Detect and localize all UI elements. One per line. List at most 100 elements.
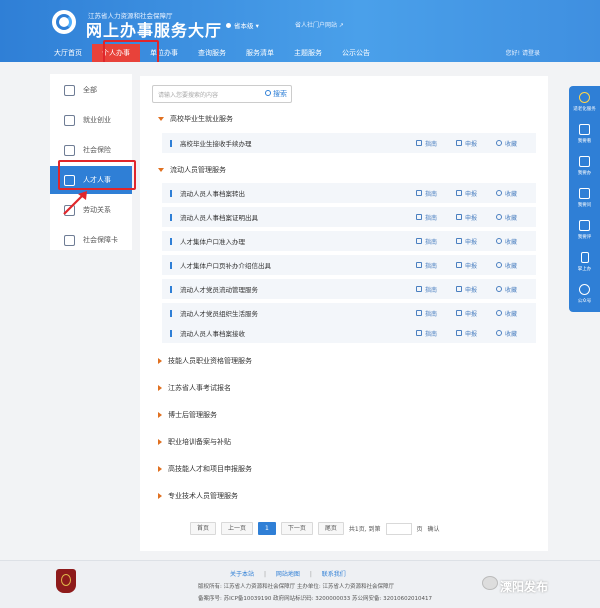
- wechat-icon: [579, 284, 590, 295]
- service-list-panel: 请输入您要搜索的内容 搜索 高校毕业生就业服务 高校毕业生接收手续办理 指南 申…: [140, 76, 548, 551]
- apply-button[interactable]: 申报: [456, 261, 496, 270]
- arrow-annotation-sidebar: [63, 191, 87, 215]
- chevron-right-icon: [158, 466, 162, 472]
- nav-list[interactable]: 服务清单: [236, 44, 284, 62]
- category-professional-tech[interactable]: 专业技术人员管理服务: [158, 491, 238, 501]
- site-header: 江苏省人力资源和社会保障厅 网上办事服务大厅 省本级 ▾ 省人社门户网站 ↗ 大…: [0, 0, 600, 62]
- favorite-button[interactable]: 收藏: [496, 237, 536, 246]
- rate-button[interactable]: 我要评: [569, 214, 600, 246]
- list-item: 流动人员人事档案转出 指南 申报 收藏: [162, 183, 536, 203]
- floating-toolbar: 适老化服务 我要看 我要办 我要问 我要评 掌上办 公众号: [569, 86, 600, 312]
- guide-button[interactable]: 指南: [416, 261, 456, 270]
- monitor-icon: [579, 156, 590, 167]
- elderly-service-button[interactable]: 适老化服务: [569, 86, 600, 118]
- ask-button[interactable]: 我要问: [569, 182, 600, 214]
- grid-icon: [64, 84, 75, 96]
- favorite-button[interactable]: 收藏: [496, 261, 536, 270]
- edit-icon: [579, 220, 590, 231]
- nav-query[interactable]: 查询服务: [188, 44, 236, 62]
- page-info: 共1页, 到第: [348, 526, 381, 533]
- apply-button[interactable]: 申报: [456, 139, 496, 148]
- watermark: 溧阳发布: [500, 580, 549, 594]
- handle-button[interactable]: 我要办: [569, 150, 600, 182]
- category-postdoc[interactable]: 博士后管理服务: [158, 410, 217, 420]
- search-input[interactable]: 请输入您要搜索的内容 搜索: [152, 85, 292, 103]
- apply-button[interactable]: 申报: [456, 329, 496, 338]
- search-button[interactable]: 搜索: [265, 89, 287, 99]
- prev-page-button[interactable]: 上一页: [221, 522, 254, 535]
- about-link[interactable]: 关于本站: [230, 571, 254, 578]
- apply-button[interactable]: 申报: [456, 309, 496, 318]
- first-page-button[interactable]: 首页: [190, 522, 217, 535]
- category-mobile-personnel[interactable]: 流动人员管理服务: [158, 165, 226, 175]
- login-link[interactable]: 您好! 请登录: [506, 48, 540, 57]
- contact-link[interactable]: 联系我们: [322, 571, 346, 578]
- chevron-down-icon: [158, 117, 164, 121]
- mobile-button[interactable]: 掌上办: [569, 246, 600, 278]
- category-training-subsidy[interactable]: 职业培训备案与补贴: [158, 437, 231, 447]
- location-icon: [226, 23, 231, 28]
- next-page-button[interactable]: 下一页: [280, 522, 313, 535]
- favorite-button[interactable]: 收藏: [496, 309, 536, 318]
- apply-button[interactable]: 申报: [456, 285, 496, 294]
- region-selector[interactable]: 省本级 ▾: [226, 20, 259, 30]
- category-high-skill-talent[interactable]: 高技能人才和项目申报服务: [158, 464, 252, 474]
- sidebar-item-card[interactable]: 社会保障卡: [50, 226, 132, 254]
- favorite-button[interactable]: 收藏: [496, 285, 536, 294]
- search-icon: [265, 90, 271, 96]
- hrss-logo[interactable]: [52, 10, 76, 34]
- guide-button[interactable]: 指南: [416, 329, 456, 338]
- category-exam-registration[interactable]: 江苏省人事考试报名: [158, 383, 231, 393]
- card-icon: [64, 234, 75, 246]
- site-title: 网上办事服务大厅: [86, 21, 223, 40]
- wechat-button[interactable]: 公众号: [569, 278, 600, 310]
- chevron-right-icon: [158, 385, 162, 391]
- book-icon: [579, 124, 590, 135]
- main-nav: 大厅首页 个人办事 单位办事 查询服务 服务清单 主题服务 公示公告: [44, 44, 380, 62]
- sitemap-link[interactable]: 网站地图: [276, 571, 300, 578]
- nav-notice[interactable]: 公示公告: [332, 44, 380, 62]
- list-item: 人才集体户口页补办介绍信出具 指南 申报 收藏: [162, 255, 536, 275]
- chevron-right-icon: [158, 412, 162, 418]
- category-skills-cert[interactable]: 技能人员职业资格管理服务: [158, 356, 252, 366]
- favorite-button[interactable]: 收藏: [496, 329, 536, 338]
- apply-button[interactable]: 申报: [456, 237, 496, 246]
- guide-button[interactable]: 指南: [416, 189, 456, 198]
- watermark-logo-icon: [482, 576, 498, 590]
- pagination: 首页 上一页 1 下一页 尾页 共1页, 到第 页 确认: [190, 522, 440, 535]
- favorite-button[interactable]: 收藏: [496, 213, 536, 222]
- list-item: 流动人员人事档案接收 指南 申报 收藏: [162, 323, 536, 343]
- chevron-right-icon: [158, 358, 162, 364]
- briefcase-icon: [64, 114, 75, 126]
- nav-home[interactable]: 大厅首页: [44, 44, 92, 62]
- guide-button[interactable]: 指南: [416, 309, 456, 318]
- chevron-down-icon: [158, 168, 164, 172]
- apply-button[interactable]: 申报: [456, 189, 496, 198]
- umbrella-icon: [64, 144, 75, 156]
- emblem-icon: [56, 569, 76, 593]
- view-button[interactable]: 我要看: [569, 118, 600, 150]
- page-jump-input[interactable]: [385, 522, 412, 535]
- guide-button[interactable]: 指南: [416, 237, 456, 246]
- favorite-button[interactable]: 收藏: [496, 139, 536, 148]
- category-graduates[interactable]: 高校毕业生就业服务: [158, 114, 233, 124]
- guide-button[interactable]: 指南: [416, 139, 456, 148]
- phone-icon: [580, 252, 589, 263]
- apply-button[interactable]: 申报: [456, 213, 496, 222]
- favorite-button[interactable]: 收藏: [496, 189, 536, 198]
- last-page-button[interactable]: 尾页: [317, 522, 344, 535]
- page-1-button[interactable]: 1: [258, 522, 276, 535]
- page-unit: 页: [416, 526, 423, 533]
- guide-button[interactable]: 指南: [416, 213, 456, 222]
- sidebar-item-employment[interactable]: 就业创业: [50, 106, 132, 134]
- sidebar-item-all[interactable]: 全部: [50, 76, 132, 104]
- footer-copyright: 版权所有: 江苏省人力资源和社会保障厅 主办单位: 江苏省人力资源和社会保障厅: [198, 584, 394, 590]
- list-item: 流动人才党员流动管理服务 指南 申报 收藏: [162, 279, 536, 299]
- footer-registration: 备案序号: 苏ICP备10039190 政府网站标识码: 3200000033 …: [198, 596, 433, 602]
- portal-link[interactable]: 省人社门户网站 ↗: [295, 20, 344, 29]
- guide-button[interactable]: 指南: [416, 285, 456, 294]
- nav-theme[interactable]: 主题服务: [284, 44, 332, 62]
- chat-icon: [579, 188, 590, 199]
- confirm-button[interactable]: 确认: [428, 524, 440, 533]
- list-item: 流动人员人事档案证明出具 指南 申报 收藏: [162, 207, 536, 227]
